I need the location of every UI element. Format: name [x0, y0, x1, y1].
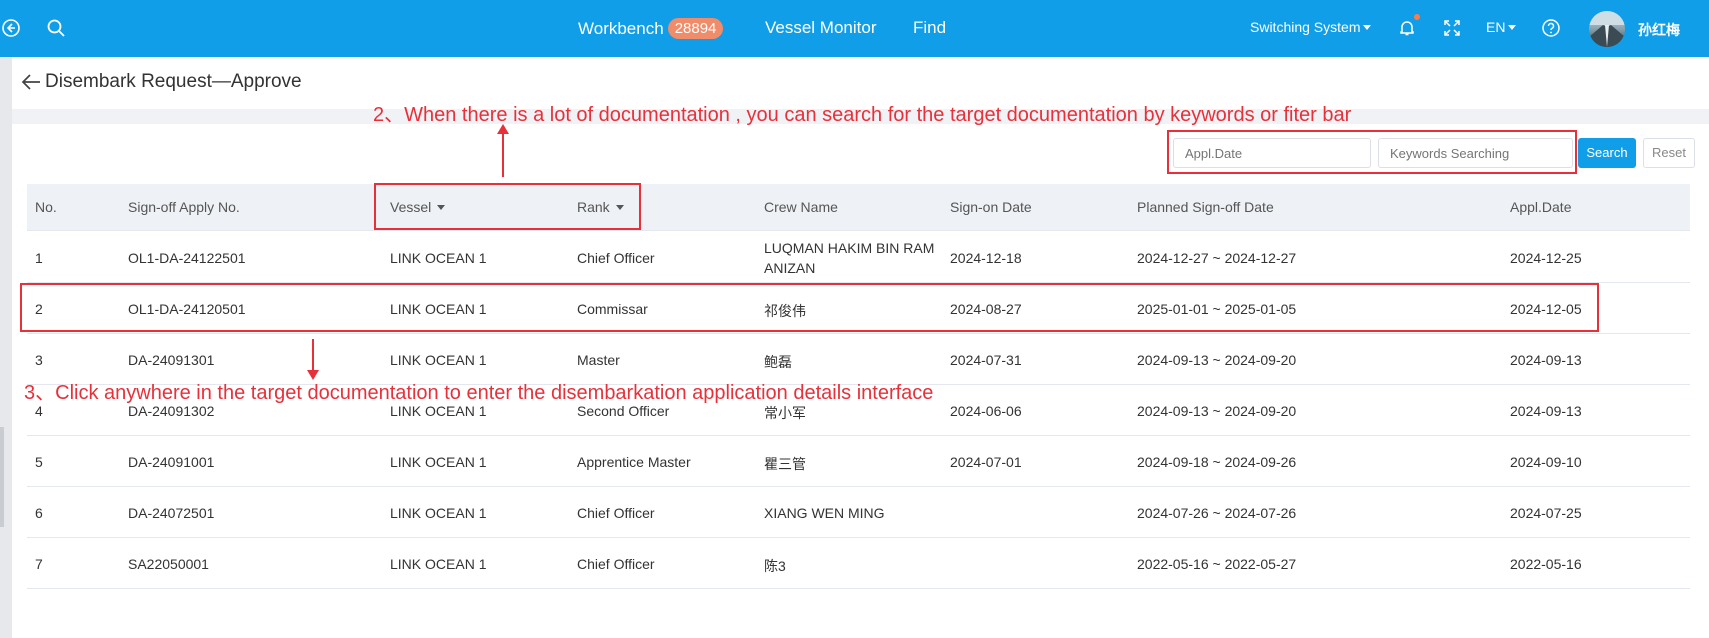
annotation-arrow-up: [497, 124, 509, 177]
cell-rank: Chief Officer: [577, 556, 655, 572]
cell-planned-sign-off: 2024-09-13 ~ 2024-09-20: [1137, 352, 1297, 368]
cell-planned-sign-off: 2024-09-18 ~ 2024-09-26: [1137, 454, 1297, 470]
nav-find[interactable]: Find: [913, 18, 946, 38]
cell-no: 4: [35, 403, 43, 419]
table-row[interactable]: 1 OL1-DA-24122501 LINK OCEAN 1 Chief Off…: [27, 232, 1690, 283]
cell-planned-sign-off: 2022-05-16 ~ 2022-05-27: [1137, 556, 1297, 572]
language-dropdown[interactable]: EN: [1486, 19, 1517, 35]
cell-apply-no: DA-24091001: [128, 454, 215, 470]
table-row[interactable]: 5 DA-24091001 LINK OCEAN 1 Apprentice Ma…: [27, 436, 1690, 487]
cell-crew-name: 陈3: [764, 558, 786, 574]
cell-crew-name: LUQMAN HAKIM BIN RAM ANIZAN: [764, 240, 935, 276]
cell-appl-date: 2024-09-13: [1510, 352, 1582, 368]
col-sign-on-date: Sign-on Date: [950, 199, 1032, 215]
back-circle-icon[interactable]: [0, 17, 22, 39]
cell-vessel: LINK OCEAN 1: [390, 505, 487, 521]
cell-sign-on-date: 2024-07-01: [950, 454, 1022, 470]
cell-vessel: LINK OCEAN 1: [390, 403, 487, 419]
cell-rank: Chief Officer: [577, 250, 655, 266]
chevron-down-icon: [1363, 25, 1372, 30]
cell-crew-name: 常小军: [764, 405, 806, 421]
cell-appl-date: 2024-09-13: [1510, 403, 1582, 419]
cell-sign-on-date: 2024-12-18: [950, 250, 1022, 266]
col-apply-no: Sign-off Apply No.: [128, 199, 240, 215]
cell-sign-on-date: 2024-06-06: [950, 403, 1022, 419]
cell-no: 6: [35, 505, 43, 521]
cell-appl-date: 2024-07-25: [1510, 505, 1582, 521]
bell-icon[interactable]: [1396, 14, 1420, 39]
cell-planned-sign-off: 2024-09-13 ~ 2024-09-20: [1137, 403, 1297, 419]
col-crew-name: Crew Name: [764, 199, 838, 215]
cell-apply-no: DA-24072501: [128, 505, 215, 521]
cell-no: 1: [35, 250, 43, 266]
cell-apply-no: DA-24091302: [128, 403, 215, 419]
annotation-note-click: 3、Click anywhere in the target documenta…: [24, 382, 934, 404]
cell-vessel: LINK OCEAN 1: [390, 454, 487, 470]
language-label: EN: [1486, 19, 1506, 35]
chevron-down-icon: [1508, 25, 1517, 30]
nav-workbench-label: Workbench: [578, 19, 664, 38]
cell-apply-no: OL1-DA-24122501: [128, 250, 246, 266]
help-icon[interactable]: [1540, 17, 1562, 39]
workbench-badge: 28894: [667, 18, 724, 39]
cell-appl-date: 2024-12-25: [1510, 250, 1582, 266]
cell-rank: Chief Officer: [577, 505, 655, 521]
table-row[interactable]: 7 SA22050001 LINK OCEAN 1 Chief Officer …: [27, 538, 1690, 589]
cell-apply-no: SA22050001: [128, 556, 209, 572]
col-appl-date: Appl.Date: [1510, 199, 1572, 215]
nav-vessel-monitor[interactable]: Vessel Monitor: [765, 18, 877, 38]
top-bar: Workbench 28894 Vessel Monitor Find Switc…: [0, 0, 1709, 57]
annotation-note-search: 2、When there is a lot of documentation ,…: [373, 104, 1352, 126]
notification-dot: [1414, 14, 1420, 20]
cell-rank: Master: [577, 352, 620, 368]
annotation-box-target-row: [20, 283, 1599, 332]
arrow-left-icon[interactable]: [20, 71, 42, 93]
left-edge-strip: [0, 57, 12, 638]
annotation-arrow-down: [307, 339, 319, 380]
table-header: No. Sign-off Apply No. Vessel Rank Crew …: [27, 184, 1690, 231]
cell-appl-date: 2022-05-16: [1510, 556, 1582, 572]
cell-rank: Apprentice Master: [577, 454, 691, 470]
user-name[interactable]: 孙红梅: [1638, 20, 1680, 40]
cell-appl-date: 2024-09-10: [1510, 454, 1582, 470]
cell-no: 5: [35, 454, 43, 470]
cell-vessel: LINK OCEAN 1: [390, 250, 487, 266]
reset-button[interactable]: Reset: [1643, 138, 1695, 168]
fullscreen-icon[interactable]: [1441, 17, 1463, 39]
col-no: No.: [35, 199, 57, 215]
switching-system-label: Switching System: [1250, 19, 1361, 35]
search-icon[interactable]: [45, 17, 67, 39]
cell-no: 7: [35, 556, 43, 572]
cell-vessel: LINK OCEAN 1: [390, 556, 487, 572]
cell-crew-name: 瞿三管: [764, 456, 806, 472]
switching-system-dropdown[interactable]: Switching System: [1250, 19, 1372, 35]
cell-planned-sign-off: 2024-12-27 ~ 2024-12-27: [1137, 250, 1297, 266]
cell-no: 3: [35, 352, 43, 368]
cell-vessel: LINK OCEAN 1: [390, 352, 487, 368]
cell-apply-no: DA-24091301: [128, 352, 215, 368]
table-row[interactable]: 6 DA-24072501 LINK OCEAN 1 Chief Officer…: [27, 487, 1690, 538]
cell-rank: Second Officer: [577, 403, 670, 419]
page-title: Disembark Request—Approve: [45, 71, 302, 92]
nav-workbench[interactable]: Workbench 28894: [578, 18, 724, 39]
avatar[interactable]: [1589, 11, 1625, 47]
cell-crew-name: XIANG WEN MING: [764, 505, 885, 521]
search-button[interactable]: Search: [1578, 138, 1636, 168]
scroll-indicator[interactable]: [0, 427, 4, 527]
col-planned-sign-off: Planned Sign-off Date: [1137, 199, 1274, 215]
cell-sign-on-date: 2024-07-31: [950, 352, 1022, 368]
annotation-box-filters: [1167, 130, 1577, 174]
cell-crew-name: 鲍磊: [764, 354, 792, 370]
annotation-box-column-filters: [374, 183, 641, 230]
cell-planned-sign-off: 2024-07-26 ~ 2024-07-26: [1137, 505, 1297, 521]
